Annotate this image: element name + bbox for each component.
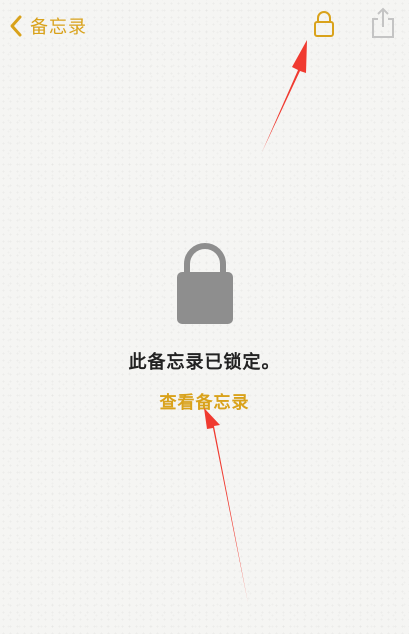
arrow-icon	[204, 408, 248, 603]
share-button[interactable]	[368, 7, 398, 43]
locked-note-panel: 此备忘录已锁定。 查看备忘录	[0, 240, 409, 413]
locked-message: 此备忘录已锁定。	[128, 352, 281, 373]
arrow-icon	[262, 40, 307, 152]
back-label: 备忘录	[30, 17, 87, 38]
navigation-bar: 备忘录	[0, 0, 409, 52]
back-button[interactable]: 备忘录	[6, 10, 87, 42]
view-note-link[interactable]: 查看备忘录	[160, 388, 250, 413]
lock-button[interactable]	[309, 10, 339, 42]
lock-icon	[313, 10, 335, 42]
chevron-left-icon	[6, 14, 26, 38]
lock-icon	[175, 240, 235, 326]
share-icon	[370, 7, 396, 43]
